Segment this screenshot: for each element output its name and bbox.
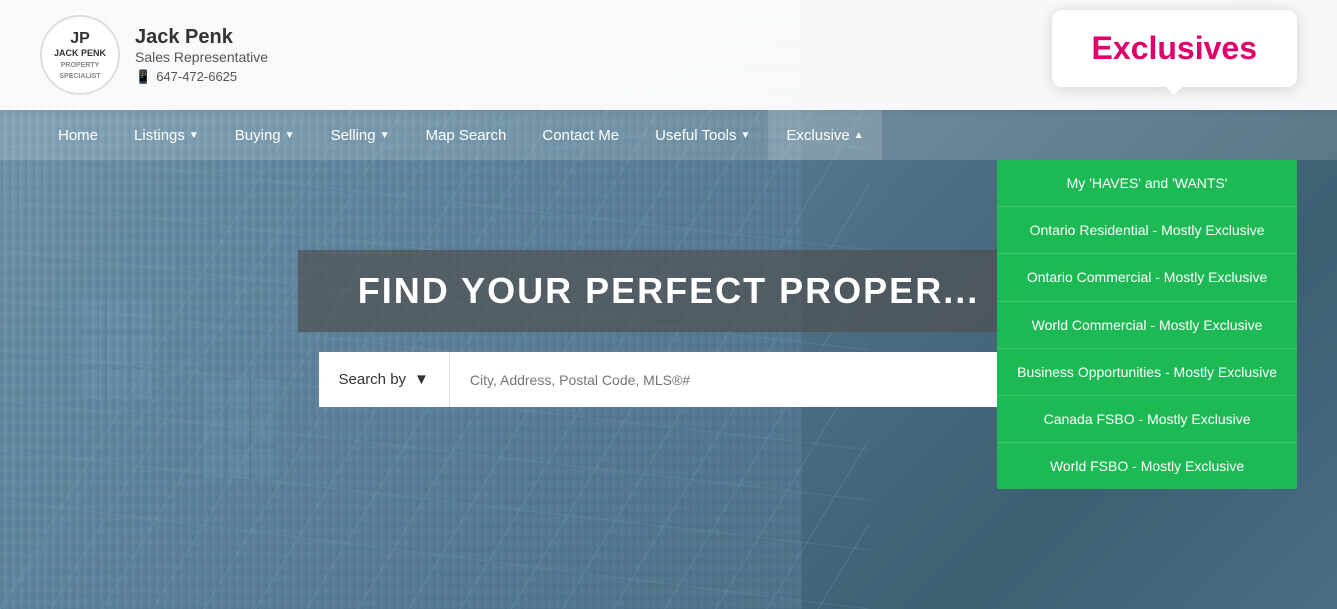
selling-arrow: ▼ xyxy=(380,130,390,141)
nav-map-search[interactable]: Map Search xyxy=(408,110,525,160)
dropdown-item-world-commercial[interactable]: World Commercial - Mostly Exclusive xyxy=(997,302,1297,349)
agent-title: Sales Representative xyxy=(135,49,268,65)
search-by-label: Search by xyxy=(339,371,407,388)
search-by-button[interactable]: Search by ▼ xyxy=(319,352,450,407)
nav-selling[interactable]: Selling ▼ xyxy=(313,110,408,160)
exclusive-dropdown: My 'HAVES' and 'WANTS' Ontario Residenti… xyxy=(997,160,1297,489)
search-input[interactable] xyxy=(450,352,1019,407)
logo-tagline: PROPERTY SPECIALIST xyxy=(59,62,100,80)
listings-arrow: ▼ xyxy=(189,130,199,141)
nav-buying[interactable]: Buying ▼ xyxy=(217,110,313,160)
agent-info: Jack Penk Sales Representative 📱 647-472… xyxy=(135,26,268,85)
logo-initials: JP xyxy=(42,29,118,48)
phone-number: 647-472-6625 xyxy=(156,69,237,84)
tools-arrow: ▼ xyxy=(741,130,751,141)
dropdown-item-ontario-residential[interactable]: Ontario Residential - Mostly Exclusive xyxy=(997,207,1297,254)
buying-arrow: ▼ xyxy=(285,130,295,141)
nav-listings[interactable]: Listings ▼ xyxy=(116,110,217,160)
exclusive-arrow: ▲ xyxy=(854,130,864,141)
nav-exclusive[interactable]: Exclusive ▲ xyxy=(768,110,881,160)
dropdown-item-canada-fsbo[interactable]: Canada FSBO - Mostly Exclusive xyxy=(997,396,1297,443)
agent-phone: 📱 647-472-6625 xyxy=(135,69,268,85)
logo-inner: JP JACK PENK PROPERTY SPECIALIST xyxy=(42,29,118,82)
phone-icon: 📱 xyxy=(135,69,151,85)
nav-contact-me[interactable]: Contact Me xyxy=(524,110,637,160)
search-bar: Search by ▼ xyxy=(319,352,1019,407)
dropdown-item-haves-wants[interactable]: My 'HAVES' and 'WANTS' xyxy=(997,160,1297,207)
nav-useful-tools[interactable]: Useful Tools ▼ xyxy=(637,110,768,160)
exclusives-title: Exclusives xyxy=(1092,30,1257,66)
hero-title-bg: FIND YOUR PERFECT PROPER... xyxy=(298,250,1039,332)
search-by-arrow: ▼ xyxy=(414,371,429,388)
navbar: Home Listings ▼ Buying ▼ Selling ▼ Map S… xyxy=(0,110,1337,160)
dropdown-item-business-opportunities[interactable]: Business Opportunities - Mostly Exclusiv… xyxy=(997,349,1297,396)
logo-name: JACK PENK xyxy=(54,48,106,58)
nav-home[interactable]: Home xyxy=(40,110,116,160)
agent-logo: JP JACK PENK PROPERTY SPECIALIST xyxy=(40,15,120,95)
dropdown-item-world-fsbo[interactable]: World FSBO - Mostly Exclusive xyxy=(997,443,1297,489)
dropdown-item-ontario-commercial[interactable]: Ontario Commercial - Mostly Exclusive xyxy=(997,254,1297,301)
agent-name: Jack Penk xyxy=(135,26,268,49)
hero-title: FIND YOUR PERFECT PROPER... xyxy=(358,270,979,312)
exclusives-bubble: Exclusives xyxy=(1052,10,1297,87)
